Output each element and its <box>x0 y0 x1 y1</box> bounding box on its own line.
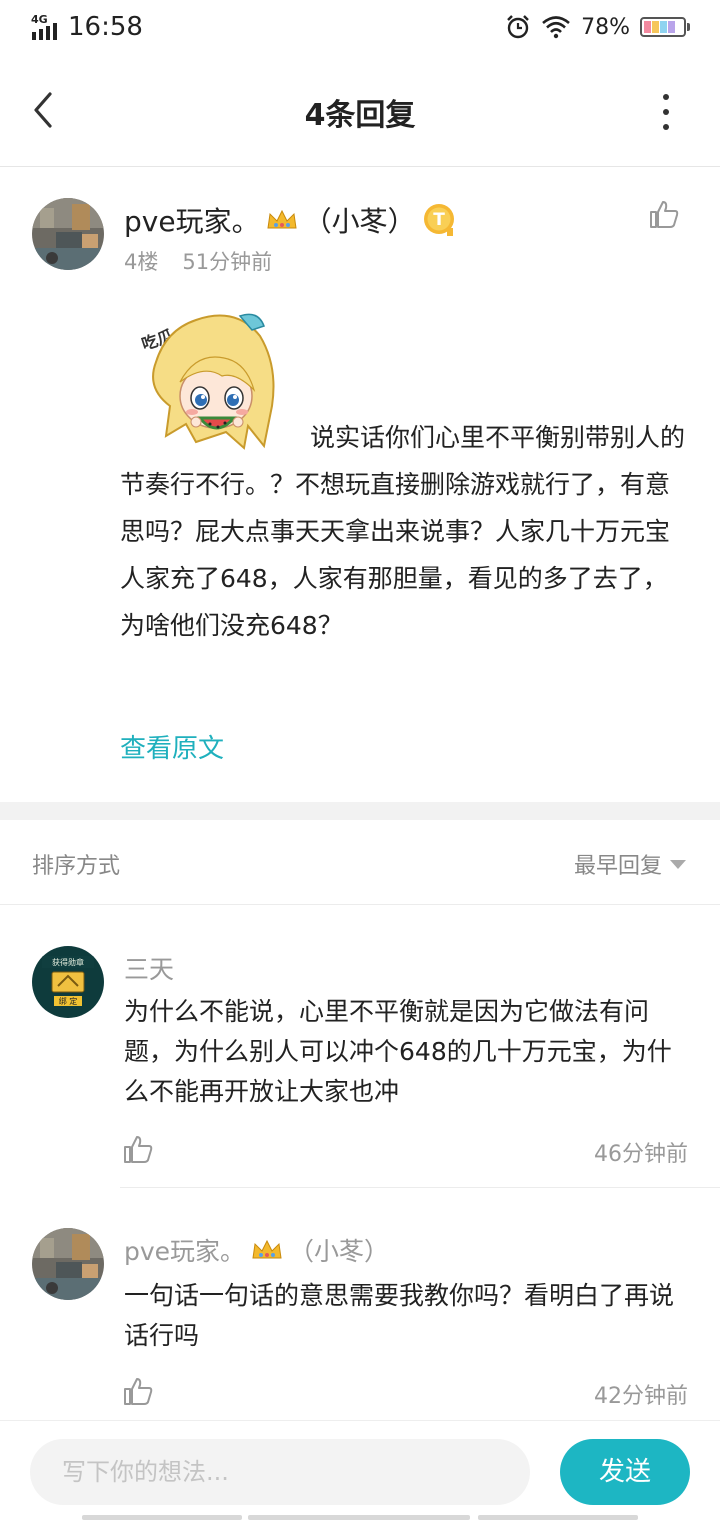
crown-icon <box>267 209 297 229</box>
post-body: 说实话你们心里不平衡别带别人的节奏行不行。？不想玩直接删除游戏就行了，有意思吗？… <box>120 423 686 640</box>
reply-divider <box>120 1187 720 1188</box>
send-button[interactable]: 发送 <box>560 1439 690 1505</box>
post-author-avatar[interactable] <box>32 198 104 270</box>
clock: 16:58 <box>68 12 143 42</box>
sort-value: 最早回复 <box>573 854 662 879</box>
thumbs-up-icon[interactable] <box>122 1133 154 1165</box>
more-options-icon[interactable] <box>646 90 686 134</box>
reply-text: 为什么不能说，心里不平衡就是因为它做法有问题，为什么别人可以冲个648的几十万元… <box>124 997 672 1106</box>
comment-composer: 发送 <box>0 1420 720 1521</box>
status-bar: 4G 16:58 78% <box>0 0 720 56</box>
post-time: 51分钟前 <box>182 250 273 274</box>
svg-text:4G: 4G <box>31 13 48 26</box>
comment-input[interactable] <box>30 1439 530 1505</box>
post-author: pve玩家。 （小苳） T <box>124 200 458 240</box>
svg-text:获得勋章: 获得勋章 <box>52 957 84 967</box>
post-author-name[interactable]: pve玩家。 <box>124 200 260 240</box>
signal-icon: 4G <box>31 13 57 40</box>
page-title: 4条回复 <box>304 98 416 133</box>
reply-author[interactable]: pve玩家。 （小苳） <box>124 1232 389 1268</box>
section-divider <box>0 802 720 820</box>
nav-bar-segment <box>478 1515 638 1520</box>
thumbs-up-icon[interactable] <box>122 1375 154 1407</box>
dropdown-arrow-icon <box>670 859 686 869</box>
reply-time: 42分钟前 <box>594 1384 688 1409</box>
svg-text:绑 定: 绑 定 <box>59 996 78 1006</box>
battery-percent: 78% <box>581 14 630 40</box>
reply-text: 一句话一句话的意思需要我教你吗？看明白了再说话行吗 <box>124 1281 675 1350</box>
top-app-bar: 4条回复 <box>0 56 720 167</box>
svg-text:T: T <box>433 210 445 230</box>
wifi-icon <box>542 16 570 39</box>
reply-time: 46分钟前 <box>594 1142 688 1167</box>
reply-author[interactable]: 三天 <box>124 950 174 986</box>
battery-icon <box>640 17 686 37</box>
crown-icon <box>252 1239 282 1259</box>
sort-bar: 排序方式 最早回复 <box>0 820 720 905</box>
reply-avatar[interactable] <box>32 1228 104 1300</box>
sort-dropdown[interactable]: 最早回复 <box>574 848 686 880</box>
sort-label: 排序方式 <box>32 854 121 879</box>
level-badge-icon: T <box>423 204 454 236</box>
thumbs-up-icon[interactable] <box>648 198 680 230</box>
post-author-tag: （小苳） <box>303 205 416 238</box>
alarm-icon <box>507 15 529 39</box>
nav-bar-segment <box>82 1515 242 1520</box>
post-meta: 4楼 51分钟前 <box>124 246 272 276</box>
post-floor: 4楼 <box>124 250 159 274</box>
nav-bar-segment <box>248 1515 470 1520</box>
reply-avatar[interactable]: 获得勋章 绑 定 <box>32 946 104 1018</box>
view-original-link[interactable]: 查看原文 <box>120 728 224 765</box>
